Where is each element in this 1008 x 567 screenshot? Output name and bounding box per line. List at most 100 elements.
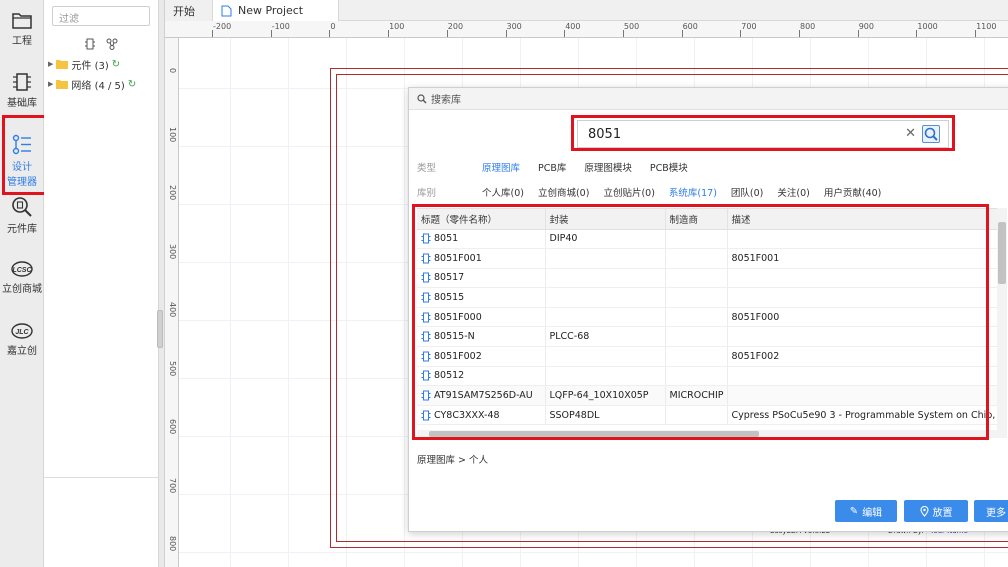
- cell-package: [545, 366, 666, 387]
- rail-item-jlc[interactable]: JLC 嘉立创: [0, 322, 44, 357]
- table-row[interactable]: 8051F000 8051F000: [417, 307, 997, 328]
- design-manager-icon: [12, 134, 31, 155]
- ruler-tick: [446, 30, 448, 37]
- cell-description: 8051F002: [727, 346, 997, 367]
- library-option[interactable]: 立创商城(0): [538, 185, 589, 199]
- place-button-label: 放置: [932, 507, 953, 519]
- rail-item-component-library[interactable]: 元件库: [0, 196, 44, 235]
- cell-title: CY8C3XXX-48: [417, 405, 546, 426]
- cell-title-text: 8051F002: [434, 350, 482, 362]
- more-button[interactable]: 更多: [974, 500, 1008, 522]
- cell-description: [727, 229, 997, 250]
- more-button-label: 更多: [986, 507, 1006, 519]
- ruler-left-label: 500: [168, 360, 177, 376]
- library-search-input[interactable]: 8051 ✕: [577, 120, 949, 148]
- rail-item-design-manager[interactable]: 设计 管理器: [0, 134, 44, 188]
- symbol-chip-icon: [421, 272, 431, 283]
- component-view-icon[interactable]: [84, 38, 96, 50]
- ruler-left-label: 300: [168, 243, 177, 259]
- table-row[interactable]: 8051 DIP40: [417, 229, 997, 250]
- tab-start-label: 开始: [173, 5, 195, 18]
- library-option[interactable]: 系统库(17): [669, 185, 717, 199]
- table-header-row: 标题（零件名称） 封装 制造商 描述: [417, 209, 997, 230]
- rail-item-lcsc[interactable]: LCSC 立创商城: [0, 260, 44, 295]
- table-horizontal-scrollbar[interactable]: [417, 430, 997, 438]
- edit-button[interactable]: ✎ 编辑: [835, 500, 897, 522]
- ruler-tick: [681, 30, 683, 37]
- type-option[interactable]: PCB库: [538, 160, 566, 174]
- type-option[interactable]: PCB模块: [650, 160, 688, 174]
- column-header-description[interactable]: 描述: [727, 209, 997, 230]
- ruler-top-label: 1000: [917, 22, 938, 31]
- tab-start[interactable]: 开始: [165, 0, 213, 21]
- ruler-top-label: 300: [506, 22, 522, 31]
- schematic-doc-icon: [221, 5, 232, 16]
- table-row[interactable]: CY8C3XXX-48 SSOP48DL Cypress PSoCu5e90 3 -…: [417, 405, 997, 426]
- cell-title: 8051F002: [417, 346, 546, 367]
- folder-icon: [12, 13, 32, 29]
- net-view-icon[interactable]: [106, 38, 118, 50]
- refresh-icon[interactable]: ↻: [112, 59, 120, 70]
- cell-title-text: AT91SAM7S256D-AU: [434, 390, 533, 402]
- ruler-left-label: 100: [168, 126, 177, 142]
- ruler-top-label: 800: [800, 22, 816, 31]
- search-button[interactable]: [922, 125, 940, 143]
- rail-label-basic-library: 基础库: [7, 98, 37, 109]
- column-header-package[interactable]: 封装: [545, 209, 666, 230]
- table-row[interactable]: 80515-N PLCC-68: [417, 326, 997, 348]
- expand-arrow-icon[interactable]: ▶: [48, 80, 53, 88]
- rail-label-component-library: 元件库: [7, 224, 37, 235]
- ruler-top-label: -200: [213, 22, 232, 31]
- table-row[interactable]: 80515: [417, 287, 997, 308]
- column-header-title[interactable]: 标题（零件名称）: [417, 209, 546, 230]
- symbol-chip-icon: [421, 351, 431, 362]
- scroll-thumb[interactable]: [429, 431, 759, 437]
- table-row[interactable]: 80512: [417, 366, 997, 387]
- library-option[interactable]: 立创贴片(0): [603, 185, 654, 199]
- table-row[interactable]: AT91SAM7S256D-AU LQFP-64_10X10X05P MICROCH…: [417, 385, 997, 406]
- symbol-chip-icon: [421, 233, 431, 244]
- type-option[interactable]: 原理图库: [482, 160, 520, 174]
- table-row[interactable]: 8051F002 8051F002: [417, 346, 997, 367]
- cell-title: 8051F001: [417, 248, 546, 269]
- column-header-manufacturer[interactable]: 制造商: [665, 209, 728, 230]
- cell-title-text: CY8C3XXX-48: [434, 409, 500, 421]
- folder-icon: [56, 80, 69, 89]
- table-row[interactable]: 8051F001 8051F001: [417, 248, 997, 269]
- cell-package: [545, 307, 666, 328]
- tree-item-components[interactable]: ▶ 元件 (3) ↻: [48, 57, 120, 72]
- library-option[interactable]: 团队(0): [731, 185, 763, 199]
- ruler-tick: [388, 30, 390, 37]
- clear-icon[interactable]: ✕: [905, 126, 916, 141]
- type-option[interactable]: 原理图模块: [584, 160, 632, 174]
- ruler-top-label: 600: [682, 22, 698, 31]
- results-table: 标题（零件名称） 封装 制造商 描述 8051 DIP40 8051F001 8051…: [417, 208, 997, 438]
- chip-icon: [13, 73, 31, 91]
- expand-arrow-icon[interactable]: ▶: [48, 60, 53, 68]
- ruler-tick: [270, 30, 272, 37]
- cell-manufacturer: [665, 268, 728, 289]
- symbol-chip-icon: [421, 253, 431, 264]
- library-option[interactable]: 关注(0): [777, 185, 809, 199]
- table-row[interactable]: 80517: [417, 268, 997, 289]
- filter-input[interactable]: 过滤: [52, 6, 150, 26]
- ruler-top-label: -100: [271, 22, 290, 31]
- search-icon: [417, 93, 427, 103]
- ruler-tick: [799, 30, 800, 37]
- rail-item-project[interactable]: 工程: [0, 10, 44, 47]
- lcsc-logo-icon: LCSC: [11, 261, 33, 277]
- symbol-chip-icon: [421, 370, 431, 381]
- tree-item-nets[interactable]: ▶ 网络 (4 / 5) ↻: [48, 77, 136, 92]
- dialog-title: 搜索库: [431, 95, 461, 106]
- collapse-handle[interactable]: [157, 310, 163, 348]
- place-button[interactable]: 放置: [904, 500, 968, 522]
- library-option[interactable]: 个人库(0): [482, 185, 524, 199]
- ruler-top-label: 100: [389, 22, 405, 31]
- refresh-icon[interactable]: ↻: [128, 79, 136, 90]
- library-option[interactable]: 用户贡献(40): [824, 185, 882, 199]
- rail-item-basic-library[interactable]: 基础库: [0, 72, 44, 109]
- table-vertical-scrollbar[interactable]: [997, 208, 1007, 438]
- scroll-thumb[interactable]: [998, 222, 1006, 284]
- tab-new-project[interactable]: New Project: [213, 0, 339, 21]
- symbol-chip-icon: [421, 390, 431, 401]
